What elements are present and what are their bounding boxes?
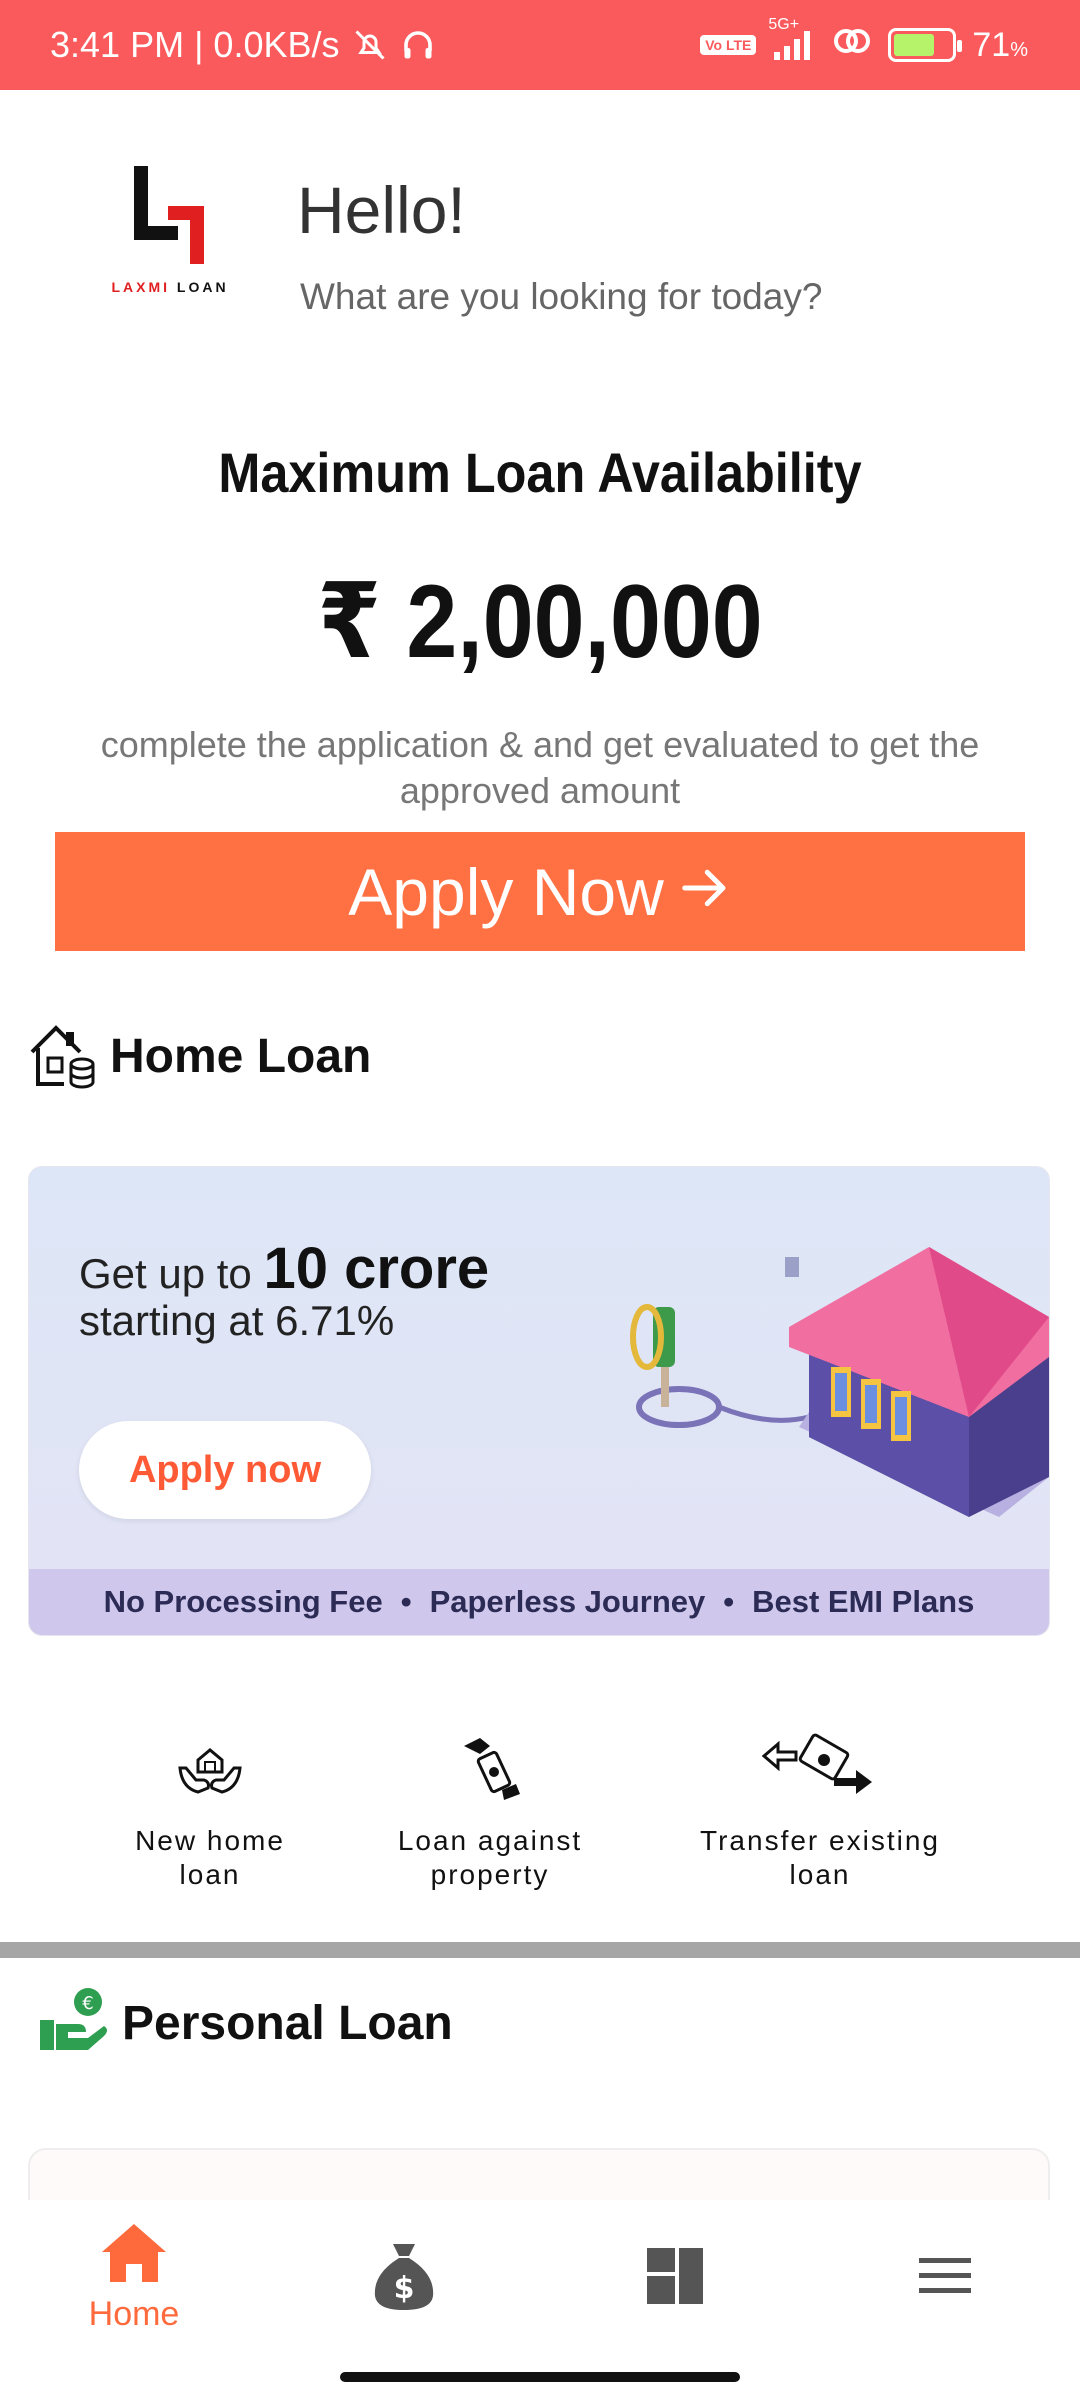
home-loan-header: Home Loan [26, 1018, 371, 1095]
greeting-subtitle: What are you looking for today? [300, 276, 823, 317]
feature-item: Paperless Journey [429, 1584, 706, 1619]
headphones-icon [400, 27, 436, 63]
greeting-title: Hello! [297, 173, 466, 247]
house-key-illustration [609, 1227, 1049, 1557]
hotspot-icon [832, 23, 872, 68]
bottom-nav: Home $ [0, 2200, 1080, 2400]
max-loan-amount: ₹ 2,00,000 [317, 564, 763, 680]
option-label: New home loan [135, 1825, 285, 1890]
nav-dashboard[interactable] [575, 2246, 775, 2311]
home-icon [98, 2224, 170, 2290]
home-loan-options: New home loan Loan against property Transf… [0, 1732, 1080, 1912]
nav-home-label: Home [88, 2295, 180, 2333]
battery-percent: 71% [972, 25, 1028, 64]
hamburger-menu-icon [917, 2258, 973, 2300]
apply-now-button[interactable]: Apply Now [55, 832, 1025, 951]
section-divider [0, 1942, 1080, 1958]
option-new-home-loan[interactable]: New home loan [80, 1732, 340, 1892]
option-loan-against-property[interactable]: Loan against property [360, 1732, 620, 1892]
banner-highlight: 10 crore [263, 1236, 490, 1301]
status-right: Vo LTE 5G+ 71% [700, 0, 1028, 90]
house-in-hands-icon [80, 1732, 340, 1804]
banner-feature-strip: No Processing Fee • Paperless Journey • … [29, 1569, 1049, 1635]
nav-menu[interactable] [845, 2256, 1045, 2301]
dashboard-icon [645, 2248, 705, 2310]
money-bag-icon: $ [369, 2244, 439, 2316]
nav-home[interactable]: Home [34, 2220, 234, 2334]
euro-hand-icon: € [38, 1986, 110, 2061]
feature-item: Best EMI Plans [752, 1584, 975, 1619]
home-indicator-bar[interactable] [340, 2372, 740, 2382]
status-time: 3:41 PM | 0.0KB/s [50, 24, 340, 65]
personal-loan-title: Personal Loan [122, 1997, 453, 2050]
option-label: Loan against property [397, 1825, 583, 1890]
personal-loan-header: € Personal Loan [38, 1986, 453, 2061]
option-label: Transfer existing loan [700, 1825, 940, 1890]
mute-bell-icon [352, 27, 388, 63]
bullet: • [723, 1584, 735, 1619]
network-type: 5G+ [768, 16, 800, 33]
volte-badge: Vo LTE [700, 35, 757, 55]
battery-icon [888, 28, 963, 62]
arrow-right-icon [678, 854, 732, 930]
hand-money-icon [360, 1732, 620, 1804]
banner-apply-button[interactable]: Apply now [79, 1421, 371, 1519]
app-logo: LAXMI LOAN [104, 160, 236, 295]
nav-loans[interactable]: $ [304, 2240, 504, 2317]
money-transfer-icon [690, 1732, 950, 1804]
status-bar: 3:41 PM | 0.0KB/s Vo LTE 5G+ 71% [0, 0, 1080, 90]
evaluation-note: complete the application & and get evalu… [100, 724, 980, 811]
logo-text-laxmi: LAXMI [111, 279, 170, 295]
status-left: 3:41 PM | 0.0KB/s [50, 0, 436, 90]
signal-icon: 5G+ [768, 16, 816, 62]
svg-text:$: $ [394, 2271, 415, 2306]
home-loan-title: Home Loan [110, 1030, 372, 1083]
option-transfer-existing-loan[interactable]: Transfer existing loan [690, 1732, 950, 1892]
banner-line1: Get up to 10 crore [79, 1236, 490, 1301]
apply-now-label: Apply Now [348, 854, 664, 929]
svg-text:€: € [82, 1993, 93, 2014]
logo-text-loan: LOAN [176, 279, 229, 295]
home-loan-banner[interactable]: Get up to 10 crore starting at 6.71% App… [28, 1166, 1050, 1636]
banner-line2: starting at 6.71% [79, 1297, 395, 1344]
bullet: • [400, 1584, 412, 1619]
feature-item: No Processing Fee [103, 1584, 383, 1619]
house-coins-icon [26, 1018, 98, 1095]
max-loan-title: Maximum Loan Availability [218, 441, 862, 504]
